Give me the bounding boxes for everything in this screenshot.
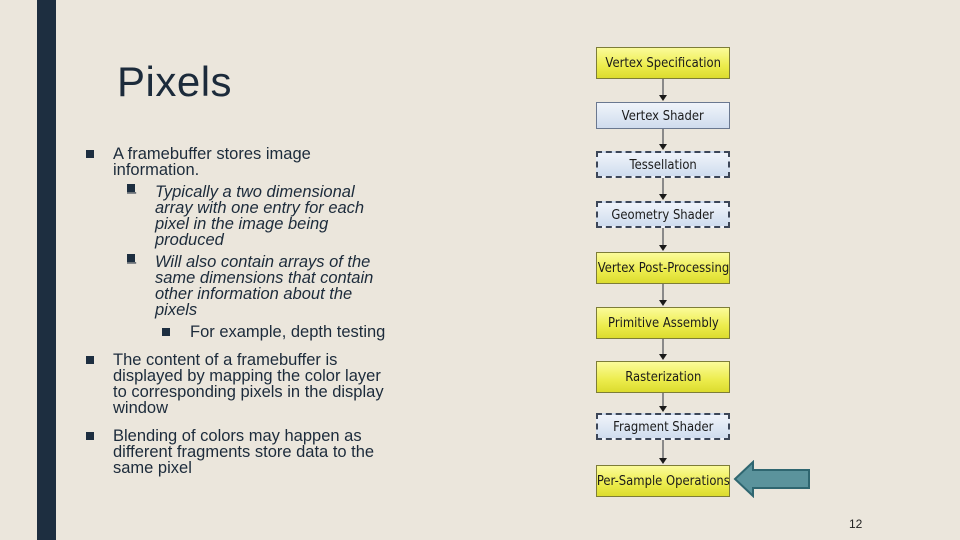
arrow-down-icon bbox=[659, 245, 667, 251]
pipeline-stage-label: Geometry Shader bbox=[611, 206, 715, 223]
dash-bullet-icon: – bbox=[127, 183, 137, 201]
arrow-down-icon bbox=[659, 406, 667, 412]
dash-bullet-icon: – bbox=[127, 253, 137, 271]
highlight-arrow-icon bbox=[733, 460, 810, 498]
pipeline-stage-label: Tessellation bbox=[629, 156, 697, 173]
slide-title: Pixels bbox=[117, 58, 233, 105]
bullet-text: The content of a framebuffer is displaye… bbox=[113, 351, 384, 417]
arrow-down-icon bbox=[659, 300, 667, 306]
bullet-item: The content of a framebuffer is displaye… bbox=[86, 352, 396, 416]
pipeline-stage-label: Vertex Shader bbox=[621, 107, 705, 124]
square-bullet-icon bbox=[162, 328, 170, 336]
pipeline-stage: Rasterization bbox=[596, 361, 730, 393]
pipeline-stage: Vertex Post-Processing bbox=[596, 252, 730, 284]
sidebar-accent-bar bbox=[37, 0, 56, 540]
pipeline-connector bbox=[662, 178, 664, 195]
pipeline-stage-label: Vertex Post-Processing bbox=[597, 260, 729, 276]
sub-bullet-item: – Typically a two dimensional array with… bbox=[86, 184, 396, 248]
pipeline-stage: Fragment Shader bbox=[596, 413, 730, 440]
page-number: 12 bbox=[849, 517, 863, 531]
pipeline-stage-label: Per-Sample Operations bbox=[596, 473, 730, 489]
arrow-down-icon bbox=[659, 354, 667, 360]
sub-sub-bullet-text: For example, depth testing bbox=[190, 323, 386, 341]
bullet-item: Blending of colors may happen as differe… bbox=[86, 428, 396, 476]
sub-bullet-text: Will also contain arrays of the same dim… bbox=[155, 253, 374, 319]
bullet-text: Blending of colors may happen as differe… bbox=[113, 427, 375, 477]
sub-bullet-text: Typically a two dimensional array with o… bbox=[155, 183, 365, 249]
bullet-text: A framebuffer stores image information. bbox=[113, 145, 311, 179]
sub-bullet-item: – Will also contain arrays of the same d… bbox=[86, 254, 396, 318]
square-bullet-icon bbox=[86, 356, 94, 364]
pipeline-stage-label: Fragment Shader bbox=[612, 418, 714, 435]
pipeline-stage: Vertex Shader bbox=[596, 102, 730, 129]
sub-sub-bullet-item: For example, depth testing bbox=[86, 324, 396, 340]
pipeline-connector bbox=[662, 129, 664, 145]
pipeline-stage: Primitive Assembly bbox=[596, 307, 730, 339]
pipeline-connector bbox=[662, 440, 664, 459]
pipeline-stage-label: Primitive Assembly bbox=[607, 315, 719, 331]
pipeline-stage: Geometry Shader bbox=[596, 201, 730, 228]
pipeline-stage: Per-Sample Operations bbox=[596, 465, 730, 497]
pipeline-connector bbox=[662, 228, 664, 246]
pipeline-connector bbox=[662, 284, 664, 301]
arrow-down-icon bbox=[659, 194, 667, 200]
pipeline-connector bbox=[662, 393, 664, 407]
square-bullet-icon bbox=[86, 150, 94, 158]
pipeline-connector bbox=[662, 79, 664, 96]
pipeline-stage: Vertex Specification bbox=[596, 47, 730, 79]
bullet-item: A framebuffer stores image information. … bbox=[86, 146, 396, 340]
bullet-list: A framebuffer stores image information. … bbox=[86, 146, 396, 486]
arrow-down-icon bbox=[659, 95, 667, 101]
arrow-down-icon bbox=[659, 144, 667, 150]
pipeline-stage-label: Vertex Specification bbox=[605, 55, 721, 71]
pipeline-connector bbox=[662, 339, 664, 355]
pipeline-stage-label: Rasterization bbox=[624, 369, 702, 385]
arrow-down-icon bbox=[659, 458, 667, 464]
square-bullet-icon bbox=[86, 432, 94, 440]
pipeline-stage: Tessellation bbox=[596, 151, 730, 178]
